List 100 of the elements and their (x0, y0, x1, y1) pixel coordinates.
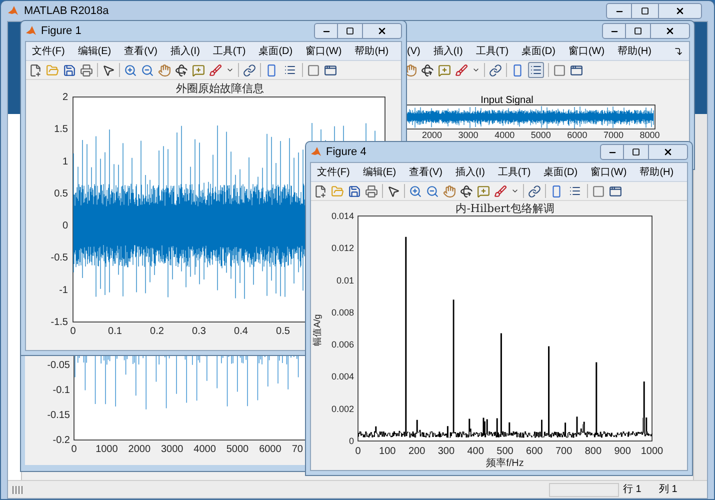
menu-item[interactable]: (V) (407, 44, 420, 58)
window-icon[interactable] (609, 184, 622, 198)
menu-item[interactable]: 工具(T) (212, 44, 246, 58)
tick-label: 400 (467, 446, 484, 457)
menu-item[interactable]: 文件(F) (317, 164, 350, 180)
brush-icon[interactable] (209, 64, 222, 76)
tick-label: 0.1 (108, 326, 122, 337)
link-icon[interactable] (243, 64, 256, 76)
menu-item[interactable]: 文件(F) (32, 44, 65, 58)
rotate-icon[interactable] (421, 64, 434, 76)
tick-label: 0 (355, 446, 361, 457)
tick-label: 1000 (96, 444, 118, 455)
legend-button[interactable] (528, 62, 544, 78)
new-file-icon[interactable] (29, 64, 42, 76)
menu-item[interactable]: 查看(V) (409, 164, 442, 180)
menu-item[interactable]: 插入(I) (433, 44, 463, 58)
maximize-icon (346, 27, 354, 35)
square-icon[interactable] (553, 64, 566, 76)
peak-logo-icon (7, 5, 19, 17)
menu-item[interactable]: 帮助(H) (618, 44, 652, 58)
maximize-icon (641, 7, 649, 15)
maximize-button[interactable] (624, 144, 648, 160)
rotate-icon[interactable] (460, 184, 473, 198)
menu-item[interactable]: 窗口(W) (306, 44, 342, 58)
menu-item[interactable]: 桌面(D) (522, 44, 556, 58)
pointer-icon[interactable] (387, 184, 400, 198)
tick-label: 2000 (422, 130, 442, 140)
close-icon (377, 26, 387, 36)
window-icon[interactable] (324, 64, 337, 76)
maximize-button[interactable] (338, 23, 362, 39)
pointer-icon[interactable] (102, 64, 115, 76)
tick-label: 1000 (640, 446, 664, 457)
tick-label: 0 (62, 220, 68, 232)
rotate-icon[interactable] (175, 64, 188, 76)
menu-item[interactable]: 插入(I) (170, 44, 200, 58)
tick-label: 1 (62, 156, 68, 168)
brush-icon[interactable] (494, 184, 507, 198)
menu-item[interactable]: 窗口(W) (590, 164, 627, 180)
hand-icon[interactable] (158, 64, 171, 76)
dock-arrow-icon[interactable] (674, 46, 683, 56)
close-icon (663, 147, 673, 157)
window-icon[interactable] (570, 64, 583, 76)
square-icon[interactable] (307, 64, 320, 76)
menu-item[interactable]: 工具(T) (498, 164, 531, 180)
close-icon (665, 26, 675, 36)
menu-item[interactable]: 工具(T) (476, 44, 509, 58)
data-tip-icon[interactable] (477, 184, 490, 198)
link-icon[interactable] (489, 64, 502, 76)
menu-item[interactable]: 桌面(D) (544, 164, 578, 180)
plot-title: Input Signal (480, 95, 534, 106)
brush-icon[interactable] (455, 64, 468, 76)
window-title: Figure 1 (41, 24, 82, 39)
tick-label: 0.008 (331, 307, 354, 318)
menu-item[interactable]: 插入(I) (455, 164, 485, 180)
close-button[interactable] (650, 23, 690, 39)
tick-label: 0.004 (331, 372, 354, 382)
tick-label: -0.1 (52, 385, 70, 396)
tick-label: 0.5 (54, 188, 68, 200)
zoom-in-icon[interactable] (124, 64, 137, 76)
tick-label: 300 (438, 446, 455, 457)
tick-label: -0.5 (50, 252, 68, 264)
tick-label: 2000 (128, 444, 151, 455)
link-icon[interactable] (528, 184, 541, 198)
menu-item[interactable]: 查看(V) (124, 44, 158, 58)
tick-label: 100 (379, 446, 396, 457)
menu-item[interactable]: 帮助(H) (640, 164, 674, 180)
tick-label: 0 (71, 444, 77, 455)
column-indicator: 列 1 (659, 483, 678, 497)
close-button[interactable] (658, 3, 702, 19)
maximize-button[interactable] (626, 23, 650, 39)
tick-label: 6000 (567, 130, 588, 140)
save-icon[interactable] (63, 64, 76, 76)
menu-item[interactable]: 帮助(H) (354, 44, 389, 58)
data-tip-icon[interactable] (438, 64, 451, 76)
data-tip-icon[interactable] (192, 64, 205, 76)
maximize-button[interactable] (632, 3, 658, 19)
hand-icon[interactable] (404, 64, 417, 76)
print-icon[interactable] (80, 64, 93, 76)
colorbar-icon[interactable] (265, 64, 278, 76)
caret-icon[interactable] (511, 187, 519, 195)
zoom-out-icon[interactable] (426, 184, 439, 198)
menu-item[interactable]: 编辑(E) (362, 164, 396, 180)
menu-item[interactable]: 桌面(D) (258, 44, 293, 58)
print-icon[interactable] (365, 184, 378, 198)
tick-label: 0.006 (331, 340, 354, 350)
square-icon[interactable] (592, 184, 605, 198)
caret-icon[interactable] (472, 66, 480, 74)
save-icon[interactable] (348, 184, 361, 198)
tick-label: -0.15 (47, 410, 70, 421)
menu-item[interactable]: 窗口(W) (568, 44, 605, 58)
colorbar-icon[interactable] (550, 184, 563, 198)
menu-item[interactable]: 编辑(E) (78, 44, 112, 58)
zoom-out-icon[interactable] (141, 64, 154, 76)
new-file-icon[interactable] (314, 184, 327, 198)
caret-icon[interactable] (226, 66, 234, 74)
close-button[interactable] (362, 23, 402, 39)
zoom-in-icon[interactable] (409, 184, 422, 198)
hand-icon[interactable] (443, 184, 456, 198)
colorbar-icon[interactable] (511, 64, 524, 76)
close-button[interactable] (648, 144, 688, 160)
